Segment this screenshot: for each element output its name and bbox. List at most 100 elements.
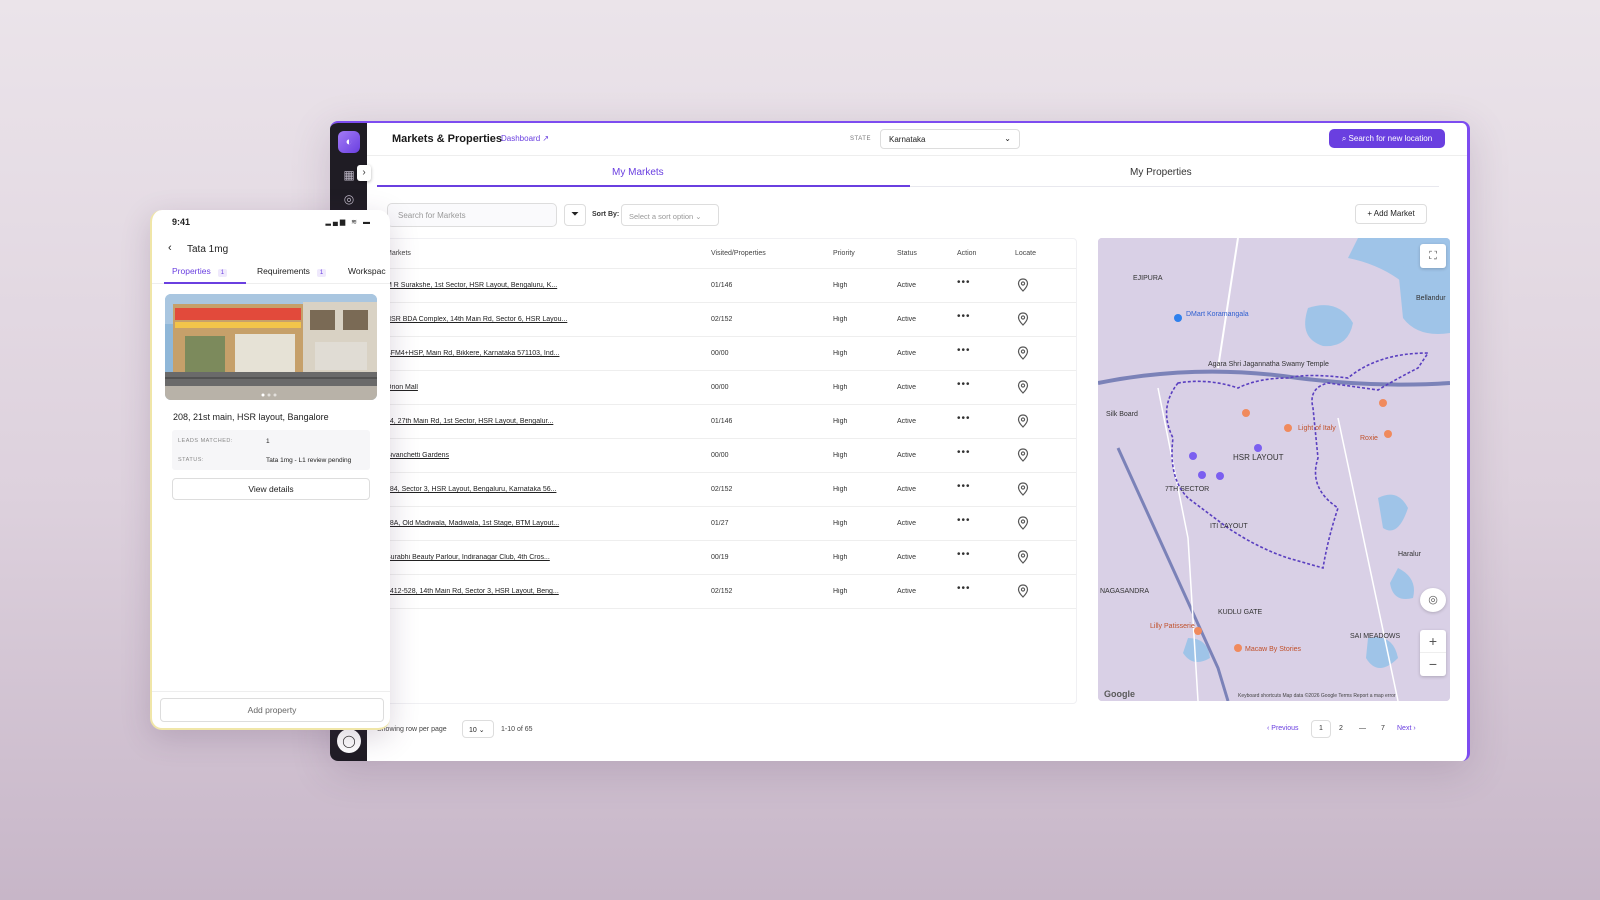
- expand-sidebar-icon[interactable]: ›: [357, 165, 371, 181]
- priority-value: High: [833, 418, 848, 425]
- priority-value: High: [833, 282, 848, 289]
- status-time: 9:41: [172, 217, 191, 227]
- google-logo: Google: [1104, 689, 1135, 699]
- priority-value: High: [833, 316, 848, 323]
- page-7-button[interactable]: 7: [1381, 725, 1385, 732]
- map-icon[interactable]: ▦: [341, 167, 357, 183]
- sort-select[interactable]: Select a sort option ⌄: [621, 204, 719, 226]
- top-bar: Markets & Properties Dashboard ↗ STATE K…: [367, 123, 1467, 156]
- svg-text:Haralur: Haralur: [1398, 551, 1422, 558]
- map-canvas[interactable]: EJIPURA DMart Koramangala Agara Shri Jag…: [1098, 238, 1450, 701]
- col-status[interactable]: Status: [897, 250, 917, 257]
- app-logo[interactable]: ◐: [338, 131, 360, 153]
- table-row[interactable]: BFM4+HSP, Main Rd, Bikkere, Karnataka 57…: [378, 337, 1076, 371]
- zoom-out-button[interactable]: −: [1420, 653, 1446, 676]
- tab-properties[interactable]: Properties 1: [172, 266, 228, 277]
- more-actions-icon[interactable]: •••: [957, 447, 971, 458]
- more-actions-icon[interactable]: •••: [957, 277, 971, 288]
- more-actions-icon[interactable]: •••: [957, 413, 971, 424]
- tab-my-properties[interactable]: My Properties: [1130, 167, 1192, 178]
- market-name-link[interactable]: 64, 27th Main Rd, 1st Sector, HSR Layout…: [386, 418, 576, 425]
- chevron-down-icon: ⌄: [1004, 134, 1011, 143]
- market-name-link[interactable]: Sivanchetti Gardens: [386, 452, 576, 459]
- status-value: Active: [897, 554, 917, 561]
- col-visited[interactable]: Visited/Properties: [711, 250, 766, 257]
- svg-text:Macaw By Stories: Macaw By Stories: [1245, 646, 1302, 653]
- page-2-button[interactable]: 2: [1339, 725, 1343, 732]
- locate-pin-icon[interactable]: [1017, 516, 1029, 530]
- table-row[interactable]: HSR BDA Complex, 14th Main Rd, Sector 6,…: [378, 303, 1076, 337]
- locate-pin-icon[interactable]: [1017, 414, 1029, 428]
- rows-per-page-select[interactable]: 10 ⌄: [462, 720, 494, 738]
- next-page-button[interactable]: Next ›: [1397, 725, 1416, 732]
- more-actions-icon[interactable]: •••: [957, 481, 971, 492]
- state-select[interactable]: Karnataka ⌄: [880, 129, 1020, 149]
- my-location-icon[interactable]: ◎: [1420, 588, 1446, 612]
- priority-value: High: [833, 452, 848, 459]
- page-1-button[interactable]: 1: [1311, 720, 1331, 738]
- filter-icon[interactable]: ⏷: [564, 204, 586, 226]
- market-name-link[interactable]: 48A, Old Madiwala, Madiwala, 1st Stage, …: [386, 520, 576, 527]
- tab-requirements[interactable]: Requirements 1: [257, 266, 327, 277]
- markets-table: Markets Visited/Properties Priority Stat…: [377, 238, 1077, 704]
- zoom-control: + −: [1420, 630, 1446, 676]
- back-arrow-icon[interactable]: ‹: [168, 242, 172, 254]
- table-row[interactable]: 1412-528, 14th Main Rd, Sector 3, HSR La…: [378, 575, 1076, 609]
- add-market-button[interactable]: + Add Market: [1355, 204, 1427, 224]
- market-name-link[interactable]: Surabhi Beauty Parlour, Indiranagar Club…: [386, 554, 576, 561]
- map-attribution[interactable]: Keyboard shortcuts Map data ©2026 Google…: [1238, 693, 1396, 699]
- table-row[interactable]: M R Surakshe, 1st Sector, HSR Layout, Be…: [378, 269, 1076, 303]
- more-actions-icon[interactable]: •••: [957, 583, 971, 594]
- more-actions-icon[interactable]: •••: [957, 379, 971, 390]
- previous-page-button[interactable]: ‹ Previous: [1267, 725, 1299, 732]
- search-location-icon[interactable]: ◎: [341, 191, 357, 207]
- locate-pin-icon[interactable]: [1017, 380, 1029, 394]
- table-row[interactable]: 48A, Old Madiwala, Madiwala, 1st Stage, …: [378, 507, 1076, 541]
- property-photo[interactable]: [165, 294, 377, 400]
- table-row[interactable]: Sivanchetti Gardens 00/00 High Active •••: [378, 439, 1076, 473]
- market-name-link[interactable]: 1412-528, 14th Main Rd, Sector 3, HSR La…: [386, 588, 576, 595]
- locate-pin-icon[interactable]: [1017, 482, 1029, 496]
- zoom-in-button[interactable]: +: [1420, 630, 1446, 653]
- market-name-link[interactable]: BFM4+HSP, Main Rd, Bikkere, Karnataka 57…: [386, 350, 576, 357]
- more-actions-icon[interactable]: •••: [957, 515, 971, 526]
- tab-my-markets[interactable]: My Markets: [612, 167, 664, 178]
- priority-value: High: [833, 588, 848, 595]
- markets-map[interactable]: EJIPURA DMart Koramangala Agara Shri Jag…: [1098, 238, 1450, 701]
- status-value: Active: [897, 520, 917, 527]
- table-header: Markets Visited/Properties Priority Stat…: [378, 239, 1076, 269]
- table-row[interactable]: 64, 27th Main Rd, 1st Sector, HSR Layout…: [378, 405, 1076, 439]
- locate-pin-icon[interactable]: [1017, 448, 1029, 462]
- locate-pin-icon[interactable]: [1017, 550, 1029, 564]
- locate-pin-icon[interactable]: [1017, 278, 1029, 292]
- search-markets-input[interactable]: Search for Markets: [387, 203, 557, 227]
- more-actions-icon[interactable]: •••: [957, 311, 971, 322]
- more-actions-icon[interactable]: •••: [957, 549, 971, 560]
- market-name-link[interactable]: HSR BDA Complex, 14th Main Rd, Sector 6,…: [386, 316, 576, 323]
- view-details-button[interactable]: View details: [172, 478, 370, 500]
- market-name-link[interactable]: M R Surakshe, 1st Sector, HSR Layout, Be…: [386, 282, 576, 289]
- status-value: Active: [897, 282, 917, 289]
- more-actions-icon[interactable]: •••: [957, 345, 971, 356]
- table-row[interactable]: Surabhi Beauty Parlour, Indiranagar Club…: [378, 541, 1076, 575]
- locate-pin-icon[interactable]: [1017, 584, 1029, 598]
- table-row[interactable]: Orion Mall 00/00 High Active •••: [378, 371, 1076, 405]
- status-value: Tata 1mg - L1 review pending: [266, 457, 352, 464]
- col-priority[interactable]: Priority: [833, 250, 855, 257]
- sort-label: Sort By:: [592, 211, 620, 218]
- main-tabs: My Markets My Properties: [377, 159, 1439, 187]
- dashboard-link[interactable]: Dashboard ↗: [501, 134, 549, 143]
- table-row[interactable]: 684, Sector 3, HSR Layout, Bengaluru, Ka…: [378, 473, 1076, 507]
- user-avatar-icon[interactable]: ◯: [337, 729, 361, 753]
- active-tab-indicator: [377, 185, 910, 187]
- market-name-link[interactable]: 684, Sector 3, HSR Layout, Bengaluru, Ka…: [386, 486, 576, 493]
- fullscreen-icon[interactable]: ⛶: [1420, 244, 1446, 268]
- leads-value: 1: [266, 438, 270, 445]
- tab-workspace[interactable]: Workspac: [348, 266, 386, 276]
- locate-pin-icon[interactable]: [1017, 346, 1029, 360]
- search-new-location-button[interactable]: ⌕ Search for new location: [1329, 129, 1445, 148]
- market-name-link[interactable]: Orion Mall: [386, 384, 576, 391]
- svg-text:SAI MEADOWS: SAI MEADOWS: [1350, 633, 1401, 640]
- add-property-button[interactable]: Add property: [160, 698, 384, 722]
- locate-pin-icon[interactable]: [1017, 312, 1029, 326]
